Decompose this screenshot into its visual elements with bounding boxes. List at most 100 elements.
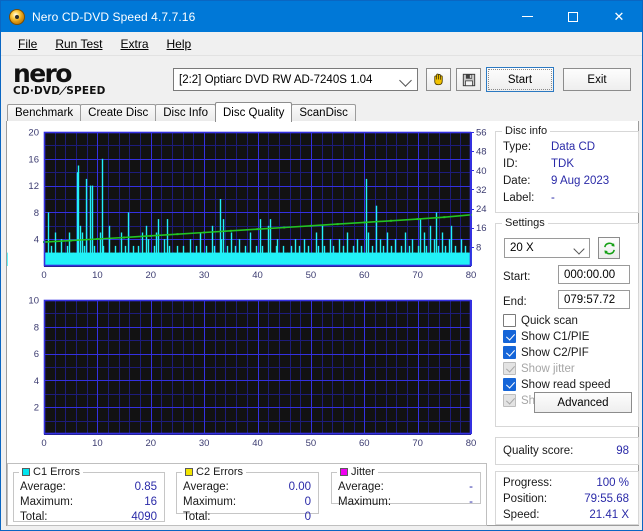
svg-text:60: 60 [359, 270, 370, 281]
disc-info-group: Disc info Type: Data CD ID: TDK Date: 9 … [495, 125, 639, 213]
c1-total-value: 4090 [131, 511, 157, 523]
svg-text:8: 8 [476, 242, 481, 253]
svg-text:32: 32 [476, 185, 487, 196]
menu-extra-label: Extra [120, 36, 149, 51]
progress-group: Progress: 100 % Position: 79:55.68 Speed… [495, 471, 639, 525]
speed-label: Speed: [503, 509, 540, 521]
menu-file[interactable]: File [9, 34, 46, 54]
tab-benchmark-label: Benchmark [15, 107, 74, 119]
speed-value: 21.41 X [589, 509, 629, 521]
checkbox-show-c2-pif-label: Show C2/PIF [521, 346, 589, 359]
minimize-button[interactable] [504, 1, 550, 32]
menu-file-label: File [18, 36, 38, 51]
save-button[interactable] [456, 68, 481, 91]
start-button-label: Start [507, 73, 533, 86]
nero-logo: nero CD·DVD / SPEED [13, 58, 163, 97]
c1-errors-group: C1 Errors Average: 0.85 Maximum: 16 Tota… [13, 466, 165, 523]
menu-help[interactable]: Help [158, 34, 201, 54]
c1-errors-legend-label: C1 Errors [33, 466, 81, 478]
c2-errors-legend: C2 Errors [182, 466, 247, 478]
end-time-field[interactable]: 079:57.72 [558, 290, 630, 309]
disc-date-label: Date: [503, 175, 531, 187]
refresh-icon [603, 241, 615, 255]
tab-benchmark[interactable]: Benchmark [7, 104, 82, 121]
c1-maximum-value: 16 [144, 496, 157, 508]
svg-text:24: 24 [476, 204, 487, 215]
menu-run-test[interactable]: Run Test [46, 34, 111, 54]
svg-text:2: 2 [34, 403, 39, 414]
speed-select[interactable]: 20 X [504, 238, 590, 258]
disc-date-value: 9 Aug 2023 [551, 175, 610, 187]
start-button[interactable]: Start [486, 67, 554, 92]
svg-text:4: 4 [34, 376, 39, 387]
c2-total-label: Total: [183, 511, 211, 523]
svg-text:20: 20 [145, 270, 156, 281]
c2-average-label: Average: [183, 481, 229, 493]
c1-average-value: 0.85 [134, 481, 157, 493]
svg-text:56: 56 [476, 128, 487, 139]
chevron-down-icon [573, 243, 585, 255]
advanced-button[interactable]: Advanced [534, 392, 632, 413]
tab-disc-quality[interactable]: Disc Quality [215, 102, 293, 122]
checkbox-checked-icon [503, 330, 516, 343]
svg-text:50: 50 [306, 270, 317, 281]
exit-button-label: Exit [587, 73, 607, 86]
position-value: 79:55.68 [584, 493, 629, 505]
svg-text:40: 40 [476, 166, 487, 177]
svg-text:48: 48 [476, 147, 487, 158]
exit-button[interactable]: Exit [563, 68, 631, 91]
disc-type-value: Data CD [551, 141, 596, 153]
disc-label-label: Label: [503, 192, 535, 204]
logo-wordmark: nero [13, 58, 72, 88]
c1-errors-legend: C1 Errors [19, 466, 84, 478]
scan-button[interactable] [426, 68, 451, 91]
settings-group: Settings 20 X Start: 000:00.00 End: 079:… [495, 217, 639, 427]
tab-strip: Benchmark Create Disc Disc Info Disc Qua… [7, 102, 356, 122]
jitter-maximum-label: Maximum: [338, 496, 392, 508]
svg-text:4: 4 [34, 235, 39, 246]
c2-chart: 2 4 6 8 10 0 10 20 30 40 50 60 70 80 [7, 295, 487, 457]
checkbox-show-c2-pif[interactable]: Show C2/PIF [503, 345, 589, 360]
disc-id-value: TDK [551, 158, 574, 170]
tab-create-disc[interactable]: Create Disc [80, 104, 157, 121]
c1-average-label: Average: [20, 481, 66, 493]
svg-text:10: 10 [92, 438, 103, 449]
disc-info-legend: Disc info [502, 125, 551, 137]
quality-score-value: 98 [616, 445, 629, 457]
svg-text:50: 50 [306, 438, 317, 449]
disc-id-label: ID: [503, 158, 518, 170]
menu-extra[interactable]: Extra [111, 34, 157, 54]
c1-maximum-label: Maximum: [20, 496, 74, 508]
jitter-average-value: - [469, 481, 473, 493]
drive-select[interactable]: [2:2] Optiarc DVD RW AD-7240S 1.04 [173, 68, 418, 91]
start-time-value: 000:00.00 [564, 268, 616, 281]
checkbox-show-c1-pie[interactable]: Show C1/PIE [503, 329, 589, 344]
checkbox-show-jitter-label: Show jitter [521, 362, 575, 375]
jitter-legend-label: Jitter [351, 466, 375, 478]
quality-score-label: Quality score: [503, 445, 574, 457]
c2-total-value: 0 [304, 511, 311, 523]
checkbox-quick-scan[interactable]: Quick scan [503, 313, 578, 328]
c2-average-value: 0.00 [288, 481, 311, 493]
tab-scandisc[interactable]: ScanDisc [291, 104, 356, 121]
statistics-panel: C1 Errors Average: 0.85 Maximum: 16 Tota… [7, 463, 487, 526]
refresh-button[interactable] [598, 237, 620, 259]
svg-text:6: 6 [34, 349, 39, 360]
checkbox-box-icon [503, 314, 516, 327]
logo-sub-right: SPEED [66, 84, 106, 97]
svg-text:20: 20 [28, 128, 39, 139]
close-button[interactable]: ✕ [596, 1, 642, 32]
tab-create-disc-label: Create Disc [88, 107, 149, 119]
maximize-button[interactable] [550, 1, 596, 32]
tab-disc-quality-label: Disc Quality [223, 106, 285, 119]
tab-disc-info-label: Disc Info [163, 107, 208, 119]
svg-text:8: 8 [34, 208, 39, 219]
svg-text:40: 40 [252, 270, 263, 281]
svg-text:16: 16 [28, 154, 39, 165]
title-bar: Nero CD-DVD Speed 4.7.7.16 ✕ [1, 1, 642, 32]
svg-text:10: 10 [92, 270, 103, 281]
start-time-field[interactable]: 000:00.00 [558, 265, 630, 284]
tab-disc-info[interactable]: Disc Info [155, 104, 216, 121]
c1-total-label: Total: [20, 511, 48, 523]
checkbox-show-read-speed[interactable]: Show read speed [503, 377, 611, 392]
